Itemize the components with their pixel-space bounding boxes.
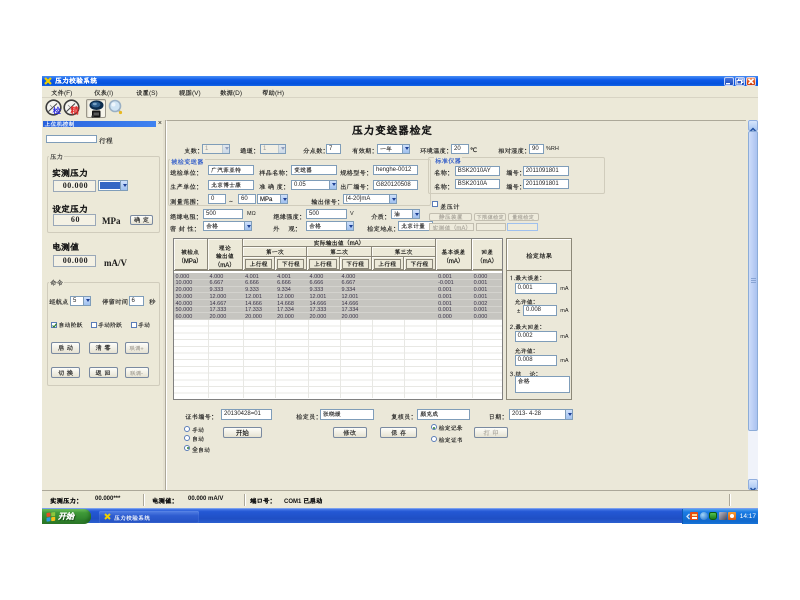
svg-text:检: 检 xyxy=(53,105,62,116)
svg-text:精: 精 xyxy=(71,105,80,116)
